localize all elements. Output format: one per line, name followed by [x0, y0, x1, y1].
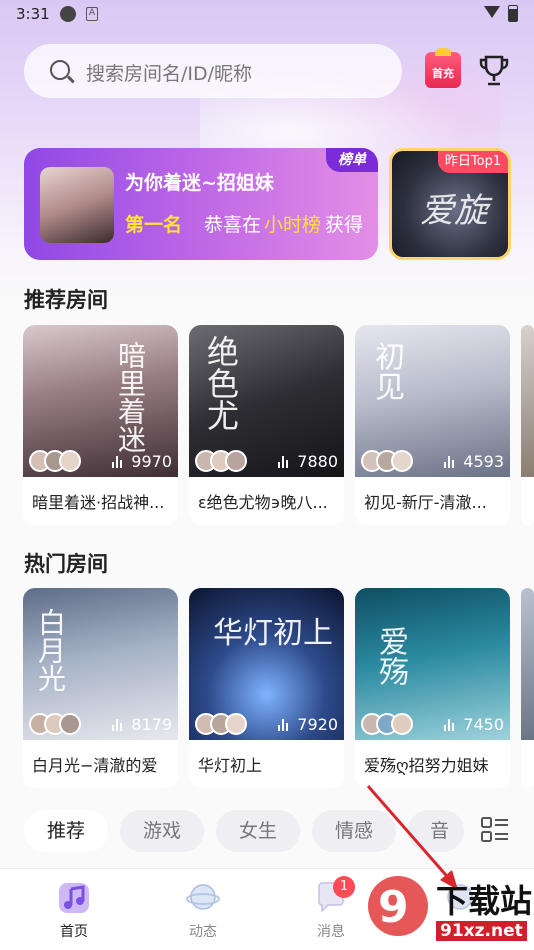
room-card[interactable]: 初见 4593 初见-新厅-清澈... [355, 325, 510, 525]
search-placeholder: 搜索房间名/ID/昵称 [86, 63, 253, 85]
status-time: 3:31 [16, 5, 50, 23]
room-card[interactable]: 暗里着迷 9970 暗里着迷·招战神... [23, 325, 178, 525]
viewer-count: 8179 [131, 715, 172, 734]
cover-art-text: 华灯初上 [213, 616, 333, 651]
status-bar: 3:31 A [0, 0, 534, 30]
message-badge: 1 [333, 876, 355, 898]
viewer-count: 7450 [463, 715, 504, 734]
first-charge-button[interactable]: 首充 [425, 48, 461, 88]
nav-moments[interactable]: 动态 [163, 869, 243, 950]
room-name: 白月光−清澈的爱 [32, 756, 158, 775]
search-icon [50, 60, 70, 80]
room-cover [521, 325, 534, 477]
avatar [225, 450, 247, 472]
viewer-count: 7880 [297, 452, 338, 471]
audio-bars-icon [444, 719, 458, 731]
room-name: 暗里着迷·招战神... [32, 493, 165, 512]
avatar [391, 450, 413, 472]
search-bar[interactable]: 搜索房间名/ID/昵称 [24, 44, 402, 98]
hot-section-title: 热门房间 [24, 552, 108, 576]
watermark-text: 下载站 [436, 882, 533, 920]
room-name: 初见-新厅-清澈... [364, 493, 487, 512]
nav-home-label: 首页 [60, 924, 88, 940]
top1-badge: 昨日Top1 [438, 151, 508, 173]
room-card-partial[interactable] [521, 588, 534, 788]
audio-bars-icon [278, 456, 292, 468]
banner-rank: 第一名 [125, 214, 183, 236]
cover-art-text: 白月光 [34, 608, 67, 692]
tab-recommended[interactable]: 推荐 [24, 810, 108, 852]
nav-moments-label: 动态 [189, 924, 217, 940]
ranking-badge: 榜单 [326, 148, 378, 172]
room-name: ε绝色尤物϶晚八... [198, 493, 328, 512]
viewer-count: 7920 [297, 715, 338, 734]
viewer-count: 9970 [131, 452, 172, 471]
avatar [225, 713, 247, 735]
room-card-partial[interactable] [521, 325, 534, 525]
wifi-icon [484, 6, 500, 18]
cover-art-text: 爱殇 [373, 626, 408, 686]
audio-bars-icon [278, 719, 292, 731]
cover-art-text: 初见 [369, 341, 404, 401]
avatar [391, 713, 413, 735]
watermark-url: 91xz.net [436, 921, 527, 941]
banner-message: 恭喜在 [204, 214, 262, 236]
app-status-icon [60, 6, 76, 22]
tab-girls[interactable]: 女生 [216, 810, 300, 852]
audio-bars-icon [444, 456, 458, 468]
room-card[interactable]: 华灯初上 7920 华灯初上 [189, 588, 344, 788]
banner-room-cover [40, 167, 114, 243]
category-menu-icon[interactable] [480, 815, 510, 845]
room-card[interactable]: 绝色尤 7880 ε绝色尤物϶晚八... [189, 325, 344, 525]
yesterday-top1-card[interactable]: 昨日Top1 爱旋 [389, 148, 511, 260]
avatar [59, 450, 81, 472]
avatar [59, 713, 81, 735]
viewer-count: 4593 [463, 452, 504, 471]
room-name: 华灯初上 [198, 756, 263, 775]
banner-highlight: 小时榜 [264, 214, 322, 236]
recommended-section-title: 推荐房间 [24, 288, 108, 312]
tab-games[interactable]: 游戏 [120, 810, 204, 852]
audio-bars-icon [112, 719, 126, 731]
cover-art-text: 暗里着迷 [114, 341, 147, 453]
banner-title: 为你着迷~招姐妹 [125, 172, 274, 194]
room-card[interactable]: 爱殇 7450 爱殇ღ招努力姐妹 [355, 588, 510, 788]
battery-icon [508, 5, 518, 22]
svg-text:9: 9 [378, 882, 409, 933]
ranking-banner[interactable]: 为你着迷~招姐妹 第一名 恭喜在 小时榜 获得 榜单 [24, 148, 378, 260]
music-note-icon [59, 883, 89, 913]
nav-messages-label: 消息 [317, 924, 345, 940]
room-cover [521, 588, 534, 740]
room-card[interactable]: 白月光 8179 白月光−清澈的爱 [23, 588, 178, 788]
banner-message-suffix: 获得 [325, 214, 364, 236]
cover-art-text: 绝色尤 [202, 335, 240, 431]
top1-cover-art: 爱旋 [420, 191, 488, 231]
planet-icon [186, 884, 220, 910]
nav-home[interactable]: 首页 [34, 869, 114, 950]
notification-icon: A [86, 7, 98, 21]
trophy-icon[interactable] [478, 54, 510, 88]
nav-messages[interactable]: 1 消息 [291, 869, 371, 950]
room-name: 爱殇ღ招努力姐妹 [364, 756, 489, 775]
audio-bars-icon [112, 456, 126, 468]
